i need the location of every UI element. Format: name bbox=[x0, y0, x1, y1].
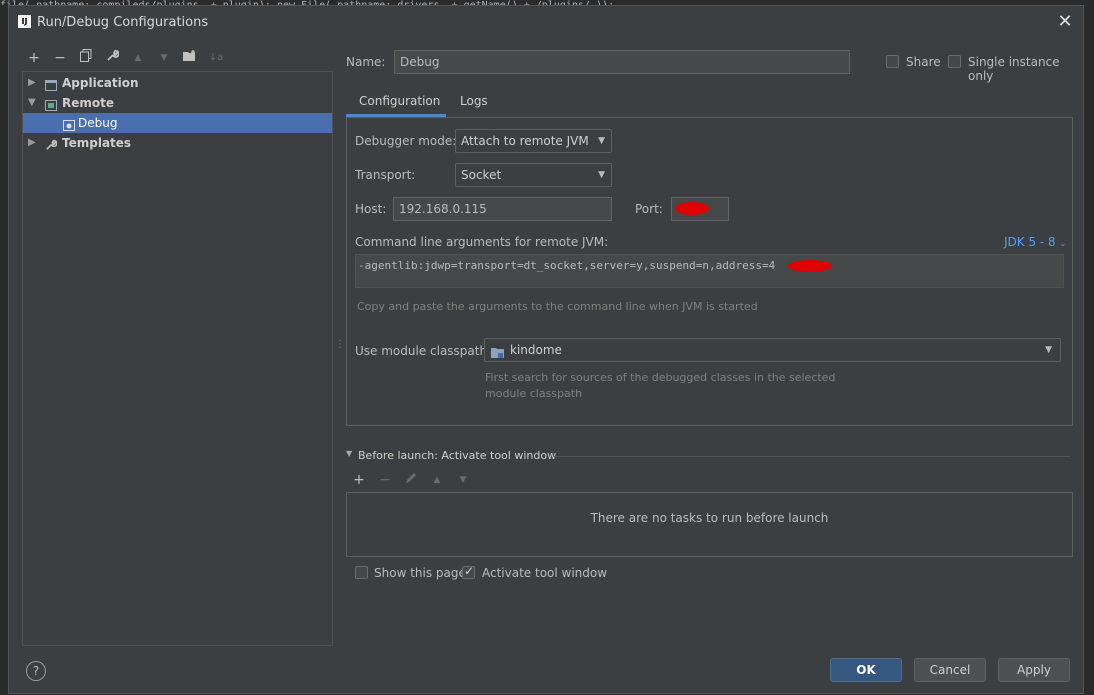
chevron-down-icon[interactable]: ▼ bbox=[28, 93, 36, 113]
host-input[interactable]: 192.168.0.115 bbox=[393, 197, 612, 221]
close-icon[interactable]: ✕ bbox=[1055, 12, 1075, 32]
module-folder-icon bbox=[491, 344, 505, 366]
tree-item-label: Application bbox=[62, 76, 139, 90]
tree-item-label: Debug bbox=[78, 116, 118, 130]
move-down-button[interactable]: ▼ bbox=[155, 49, 173, 67]
tree-item-application[interactable]: ▶ Application bbox=[23, 73, 332, 93]
tab-logs[interactable]: Logs bbox=[460, 94, 488, 108]
new-folder-button[interactable] bbox=[181, 49, 199, 67]
tab-configuration[interactable]: Configuration bbox=[359, 94, 440, 108]
splitter-handle[interactable]: ⋮ bbox=[335, 339, 345, 350]
edit-defaults-button[interactable] bbox=[103, 49, 121, 67]
remote-icon bbox=[45, 97, 57, 111]
chevron-down-icon: ▼ bbox=[598, 170, 605, 180]
move-up-button[interactable]: ▲ bbox=[129, 49, 147, 67]
chevron-down-icon: ▼ bbox=[598, 136, 605, 146]
cancel-button[interactable]: Cancel bbox=[914, 658, 986, 682]
single-instance-checkbox[interactable] bbox=[948, 55, 961, 68]
separator bbox=[554, 456, 1070, 457]
module-classpath-label: Use module classpath: bbox=[355, 344, 492, 358]
debugger-mode-value: Attach to remote JVM bbox=[461, 134, 589, 148]
folder-icon bbox=[183, 50, 195, 61]
application-icon bbox=[45, 77, 57, 91]
copy-configuration-button[interactable] bbox=[77, 49, 95, 67]
pencil-icon bbox=[406, 473, 416, 483]
cmdline-text: -agentlib:jdwp=transport=dt_socket,serve… bbox=[358, 259, 776, 272]
redaction-mark bbox=[675, 202, 709, 215]
debugger-mode-label: Debugger mode: bbox=[355, 134, 457, 148]
chevron-right-icon[interactable]: ▶ bbox=[28, 133, 36, 153]
window-title: Run/Debug Configurations bbox=[37, 15, 209, 30]
share-checkbox[interactable] bbox=[886, 55, 899, 68]
cmdline-box[interactable]: -agentlib:jdwp=transport=dt_socket,serve… bbox=[355, 254, 1064, 288]
share-label: Share bbox=[906, 55, 941, 69]
debugger-mode-select[interactable]: Attach to remote JVM ▼ bbox=[455, 129, 612, 153]
copy-icon bbox=[80, 49, 92, 62]
name-label: Name: bbox=[346, 55, 386, 69]
tree-item-debug[interactable]: Debug bbox=[23, 113, 332, 133]
jdk-version-text: JDK 5 - 8 bbox=[1004, 235, 1056, 249]
apply-button[interactable]: Apply bbox=[998, 658, 1070, 682]
name-input[interactable]: Debug bbox=[394, 50, 850, 74]
chevron-down-icon: ▼ bbox=[1045, 345, 1052, 355]
sort-configurations-button[interactable]: ↓a bbox=[207, 49, 225, 67]
checkmark-icon: ✓ bbox=[464, 564, 475, 578]
edit-task-button[interactable] bbox=[402, 471, 420, 489]
transport-value: Socket bbox=[461, 168, 502, 182]
wrench-icon bbox=[106, 50, 120, 61]
port-input[interactable] bbox=[671, 197, 729, 221]
transport-select[interactable]: Socket ▼ bbox=[455, 163, 612, 187]
tree-item-label: Templates bbox=[62, 136, 132, 150]
show-page-label: Show this page bbox=[374, 566, 466, 580]
before-launch-task-list[interactable]: There are no tasks to run before launch bbox=[346, 492, 1073, 557]
remove-configuration-button[interactable]: − bbox=[51, 49, 69, 67]
debug-config-icon bbox=[63, 117, 75, 131]
move-task-up-button[interactable]: ▲ bbox=[428, 471, 446, 489]
tree-item-label: Remote bbox=[62, 96, 115, 110]
wrench-icon bbox=[45, 137, 58, 150]
jdk-version-link[interactable]: JDK 5 - 8 ⌄ bbox=[1004, 235, 1066, 249]
transport-label: Transport: bbox=[355, 168, 416, 182]
cmdline-label: Command line arguments for remote JVM: bbox=[355, 235, 609, 249]
intellij-logo-icon: IJ bbox=[18, 15, 31, 28]
module-hint-line-2: module classpath bbox=[485, 387, 583, 400]
add-task-button[interactable]: + bbox=[350, 471, 368, 489]
chevron-right-icon[interactable]: ▶ bbox=[28, 73, 36, 93]
cmdline-hint: Copy and paste the arguments to the comm… bbox=[357, 300, 758, 313]
tree-item-remote[interactable]: ▼ Remote bbox=[23, 93, 332, 113]
remove-task-button[interactable]: − bbox=[376, 471, 394, 489]
activate-tool-label: Activate tool window bbox=[482, 566, 608, 580]
module-value: kindome bbox=[510, 343, 562, 357]
host-label: Host: bbox=[355, 202, 387, 216]
chevron-down-icon: ⌄ bbox=[1059, 239, 1067, 248]
empty-tasks-text: There are no tasks to run before launch bbox=[590, 511, 829, 525]
show-page-checkbox[interactable] bbox=[355, 566, 368, 579]
collapse-before-launch-icon[interactable]: ▼ bbox=[346, 449, 352, 458]
title-bar[interactable]: IJ Run/Debug Configurations ✕ bbox=[9, 6, 1083, 39]
help-button[interactable]: ? bbox=[26, 661, 46, 681]
module-hint-line-1: First search for sources of the debugged… bbox=[485, 371, 836, 384]
module-classpath-select[interactable]: kindome ▼ bbox=[484, 338, 1061, 362]
move-task-down-button[interactable]: ▼ bbox=[454, 471, 472, 489]
tree-item-templates[interactable]: ▶ Templates bbox=[23, 133, 332, 153]
before-launch-header[interactable]: Before launch: Activate tool window bbox=[358, 449, 556, 462]
run-debug-dialog: IJ Run/Debug Configurations ✕ + − ▲ ▼ ↓a… bbox=[8, 5, 1084, 694]
add-configuration-button[interactable]: + bbox=[25, 49, 43, 67]
single-instance-label: Single instance only bbox=[968, 55, 1060, 83]
redaction-mark bbox=[788, 260, 832, 272]
ok-button[interactable]: OK bbox=[830, 658, 902, 682]
configuration-tree[interactable]: ▶ Application ▼ Remote Debug ▶ Templates bbox=[22, 71, 333, 646]
activate-tool-checkbox[interactable]: ✓ bbox=[462, 564, 475, 579]
port-label: Port: bbox=[635, 202, 663, 216]
